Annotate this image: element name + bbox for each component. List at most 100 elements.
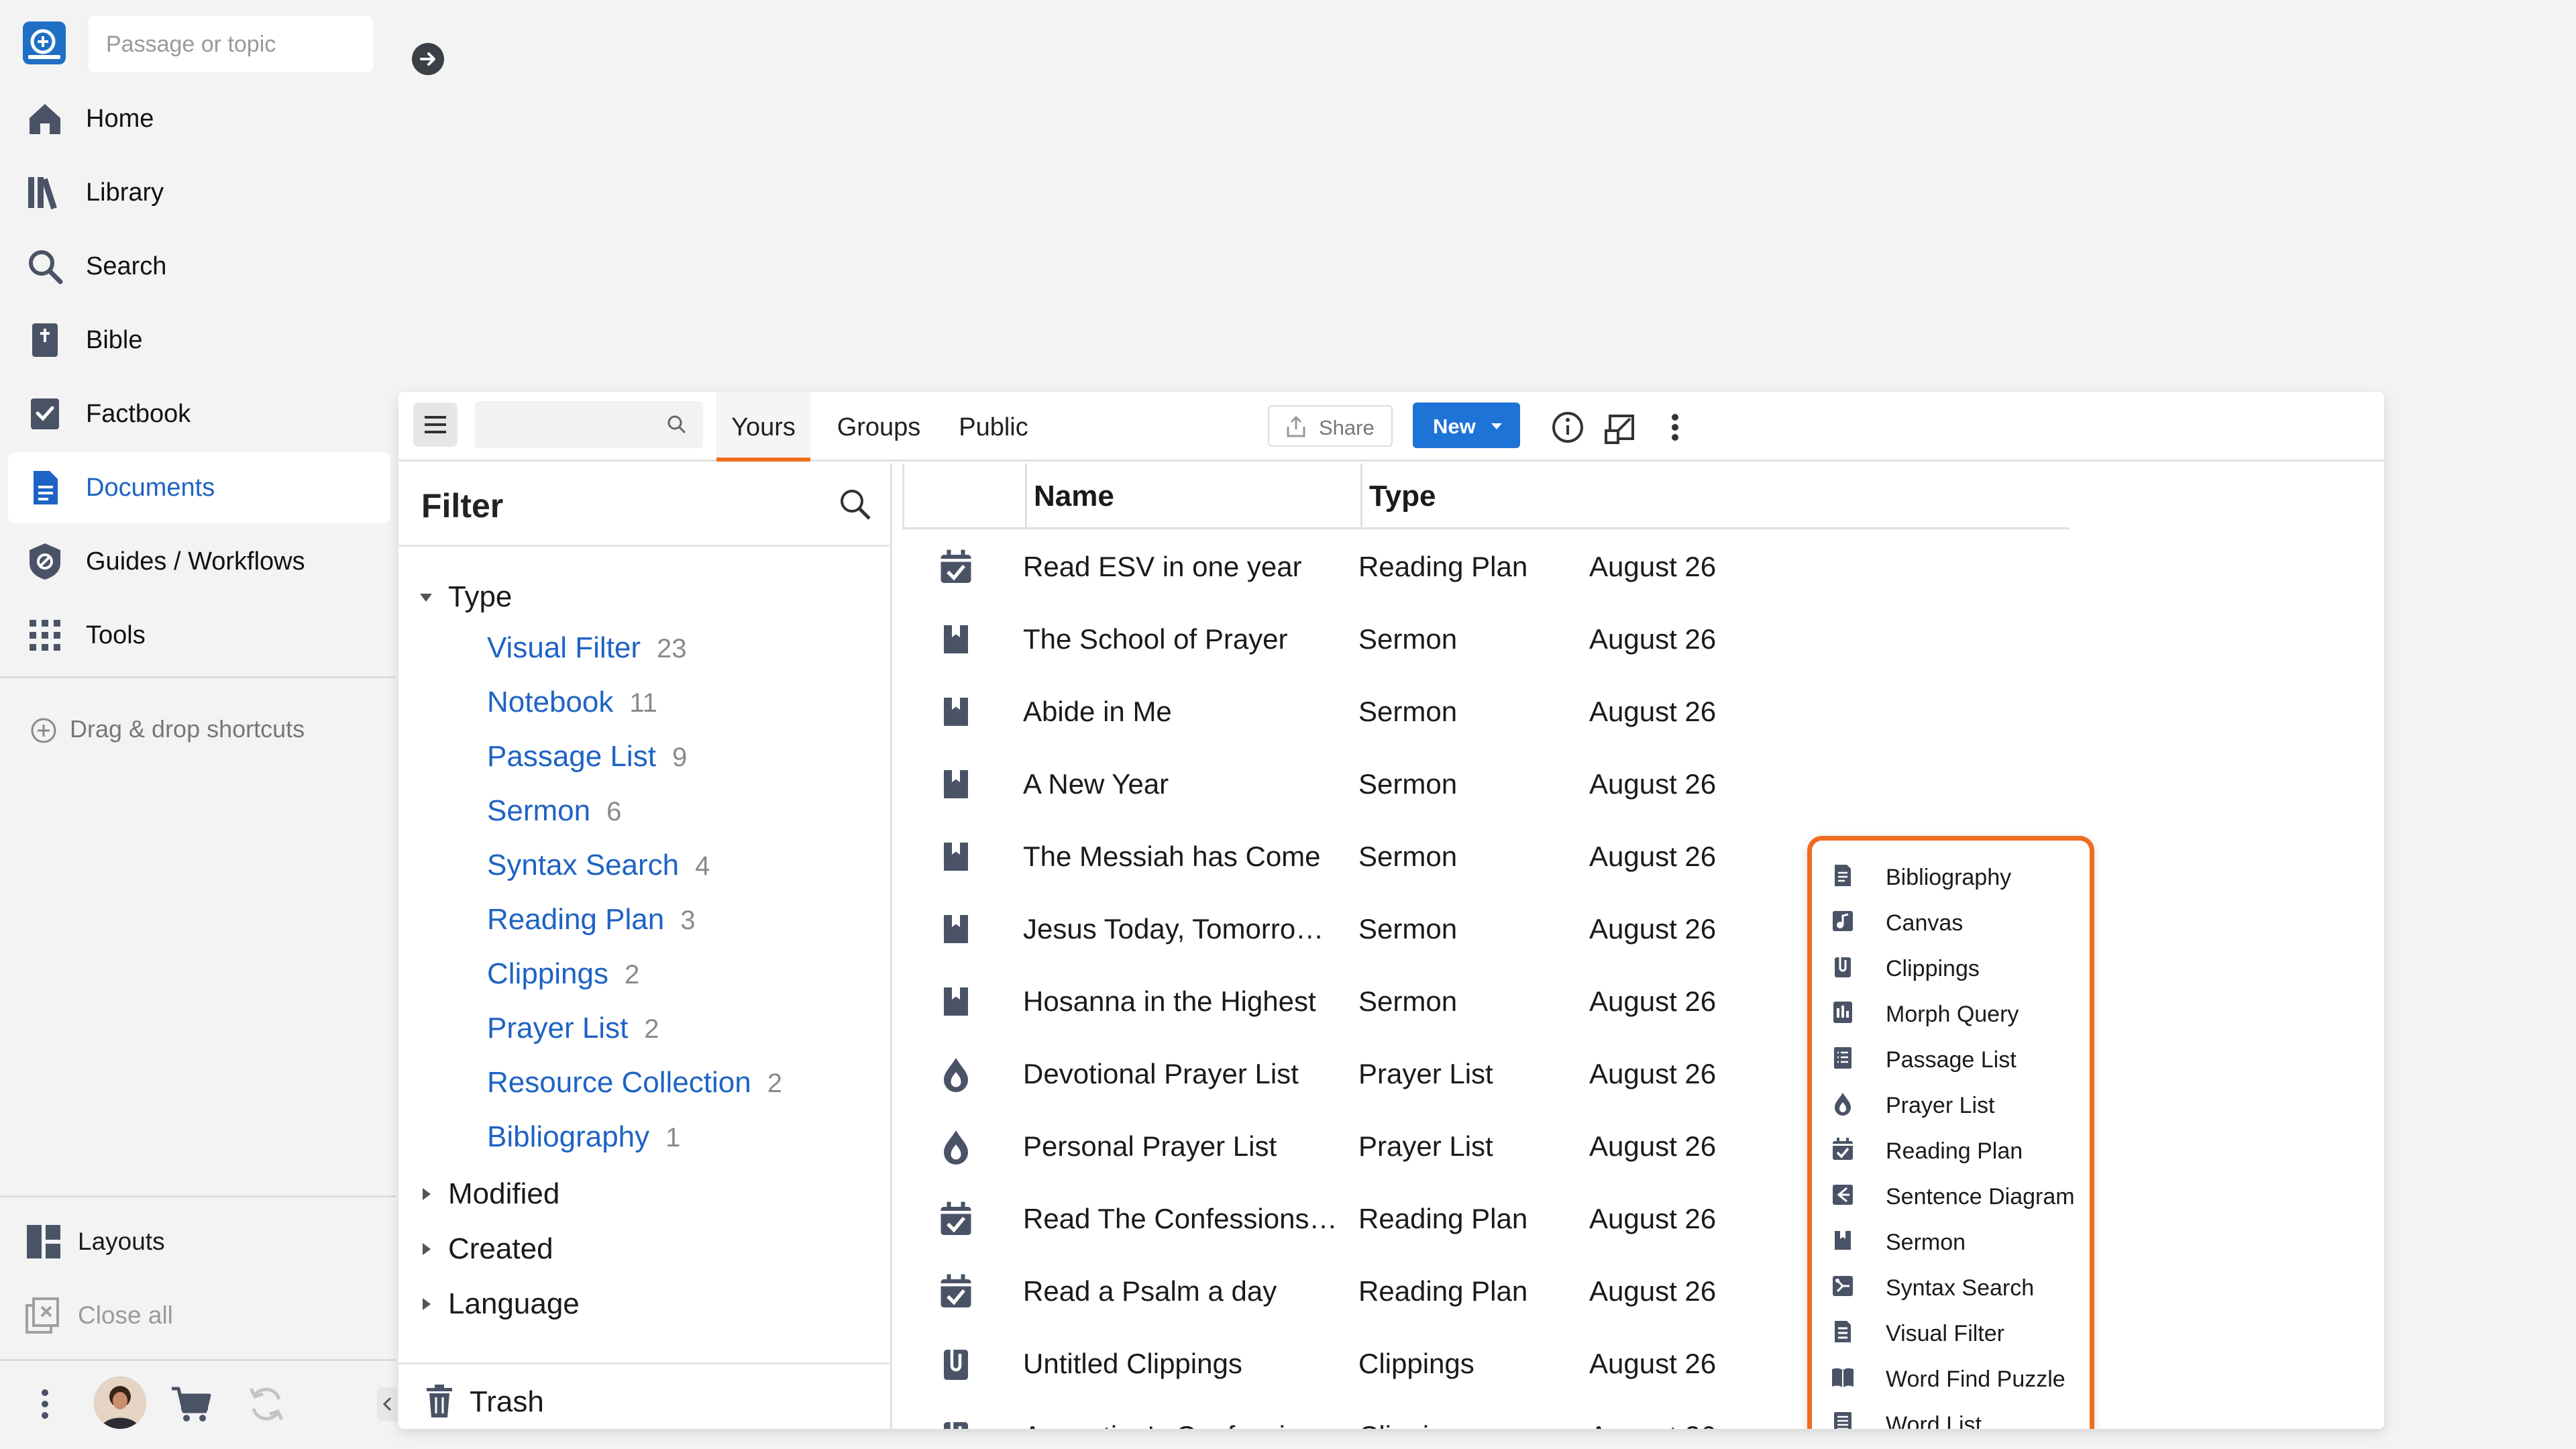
caret-down-icon [1488,417,1505,435]
nav-library[interactable]: Library [8,157,390,228]
nav-factbook[interactable]: Factbook [8,378,390,449]
documents-search-input[interactable] [486,411,653,439]
tab-groups[interactable]: Groups [824,392,934,462]
passage-search-input[interactable] [106,28,321,60]
new-menu-item-sentence-diagram[interactable]: Sentence Diagram [1824,1172,2083,1218]
facet-count: 2 [624,960,640,989]
sidebar-divider-bottom [0,1195,396,1197]
user-avatar[interactable] [94,1377,146,1429]
facet-count: 2 [644,1014,659,1044]
facet-prayer-list[interactable]: Prayer List 2 [487,1012,659,1052]
row-type: Reading Plan [1358,1275,1528,1307]
column-header-type[interactable]: Type [1360,464,1629,529]
facet-reading-plan[interactable]: Reading Plan 3 [487,903,695,943]
facet-label: Bibliography [487,1120,650,1153]
tools-grid-icon [24,614,66,656]
facet-clippings[interactable]: Clippings 2 [487,957,639,998]
row-name: Read The Confessions o… [1023,1203,1344,1234]
reading-plan-icon [936,1199,976,1239]
new-menu-item-sermon[interactable]: Sermon [1824,1218,2083,1263]
new-menu-item-word-list[interactable]: Word List [1824,1400,2083,1429]
guides-icon [24,541,66,582]
collapse-sidebar-tab[interactable] [377,1387,397,1421]
prayer-list-icon [936,1126,976,1167]
table-row[interactable]: Read ESV in one year Reading Plan August 2… [894,531,2075,603]
prayer-list-icon [1829,1090,1856,1117]
share-button[interactable]: Share [1268,405,1393,447]
link-panel-icon[interactable] [1602,408,1641,447]
new-menu-item-canvas[interactable]: Canvas [1824,898,2083,944]
facet-notebook[interactable]: Notebook 11 [487,686,657,726]
layouts-icon [24,1222,63,1261]
panel-menu-button[interactable] [413,402,458,447]
more-vertical-icon[interactable] [1656,408,1695,447]
new-menu-item-word-find-puzzle[interactable]: Word Find Puzzle [1824,1354,2083,1400]
nav-guides-label: Guides / Workflows [86,547,305,576]
facet-resource-collection[interactable]: Resource Collection 2 [487,1066,782,1106]
documents-toolbar: Yours Groups Public Share New [398,392,2384,462]
nav-home[interactable]: Home [8,83,390,154]
facet-syntax-search[interactable]: Syntax Search 4 [487,849,710,889]
row-type: Reading Plan [1358,1203,1528,1234]
new-menu-item-passage-list[interactable]: Passage List [1824,1035,2083,1081]
home-icon [24,98,66,140]
new-menu-item-prayer-list[interactable]: Prayer List [1824,1081,2083,1126]
sidebar-divider-tray [0,1359,396,1361]
nav-bible-label: Bible [86,326,143,354]
filter-modified-label: Modified [448,1177,560,1210]
new-menu-item-morph-query[interactable]: Morph Query [1824,989,2083,1035]
table-row[interactable]: Abide in Me Sermon August 26 [894,676,2075,748]
row-date: August 26 [1589,841,1717,872]
nav-tools[interactable]: Tools [8,600,390,671]
nav-search[interactable]: Search [8,231,390,302]
facet-sermon[interactable]: Sermon 6 [487,794,621,835]
nav-search-label: Search [86,252,167,280]
triangle-right-icon [415,1238,437,1260]
new-menu-item-label: Bibliography [1886,865,2012,890]
new-menu-item-label: Prayer List [1886,1093,1995,1118]
info-icon[interactable] [1548,408,1587,447]
triangle-right-icon [415,1293,437,1316]
row-name: Personal Prayer List [1023,1130,1277,1162]
row-date: August 26 [1589,985,1717,1017]
table-row[interactable]: The School of Prayer Sermon August 26 [894,603,2075,676]
tab-yours[interactable]: Yours [716,392,810,462]
nav-bible[interactable]: Bible [8,305,390,376]
filter-search-icon[interactable] [836,485,875,524]
nav-library-label: Library [86,178,164,207]
facet-visual-filter[interactable]: Visual Filter 23 [487,631,687,672]
facet-passage-list[interactable]: Passage List 9 [487,740,687,780]
new-document-button[interactable]: New [1413,402,1520,448]
new-menu-item-label: Sermon [1886,1230,1966,1255]
new-menu-item-clippings[interactable]: Clippings [1824,944,2083,989]
logos-logo-icon[interactable] [23,21,66,64]
cart-icon[interactable] [166,1379,216,1429]
row-name: Jesus Today, Tomorrow… [1023,913,1344,945]
row-type: Prayer List [1358,1058,1493,1089]
new-menu-item-reading-plan[interactable]: Reading Plan [1824,1126,2083,1172]
row-type: Sermon [1358,623,1458,655]
row-type: Clippings [1358,1420,1573,1429]
new-menu-item-bibliography[interactable]: Bibliography [1824,853,2083,898]
row-name: Augustine's Confessions [1023,1420,1344,1429]
facet-label: Notebook [487,686,614,718]
table-row[interactable]: A New Year Sermon August 26 [894,748,2075,820]
word-list-icon [1829,1409,1856,1429]
filter-type-label: Type [448,580,513,613]
more-vertical-icon[interactable] [20,1379,70,1429]
nav-documents[interactable]: Documents [8,452,390,523]
sidebar: Home Library Search Bible Factbook Docum… [0,0,444,1449]
table-header-row: Name Type [902,464,2070,529]
search-icon[interactable] [663,411,691,439]
filter-created-label: Created [448,1232,553,1265]
sync-icon[interactable] [241,1379,291,1429]
row-name: The Messiah has Come [1023,841,1321,872]
facet-bibliography[interactable]: Bibliography 1 [487,1120,680,1161]
nav-guides-workflows[interactable]: Guides / Workflows [8,526,390,597]
facet-label: Sermon [487,794,591,827]
column-header-name[interactable]: Name [1025,464,1360,529]
new-menu-item-syntax-search[interactable]: Syntax Search [1824,1263,2083,1309]
go-arrow-icon[interactable] [412,43,444,75]
tab-public[interactable]: Public [943,392,1044,462]
new-menu-item-visual-filter[interactable]: Visual Filter [1824,1309,2083,1354]
